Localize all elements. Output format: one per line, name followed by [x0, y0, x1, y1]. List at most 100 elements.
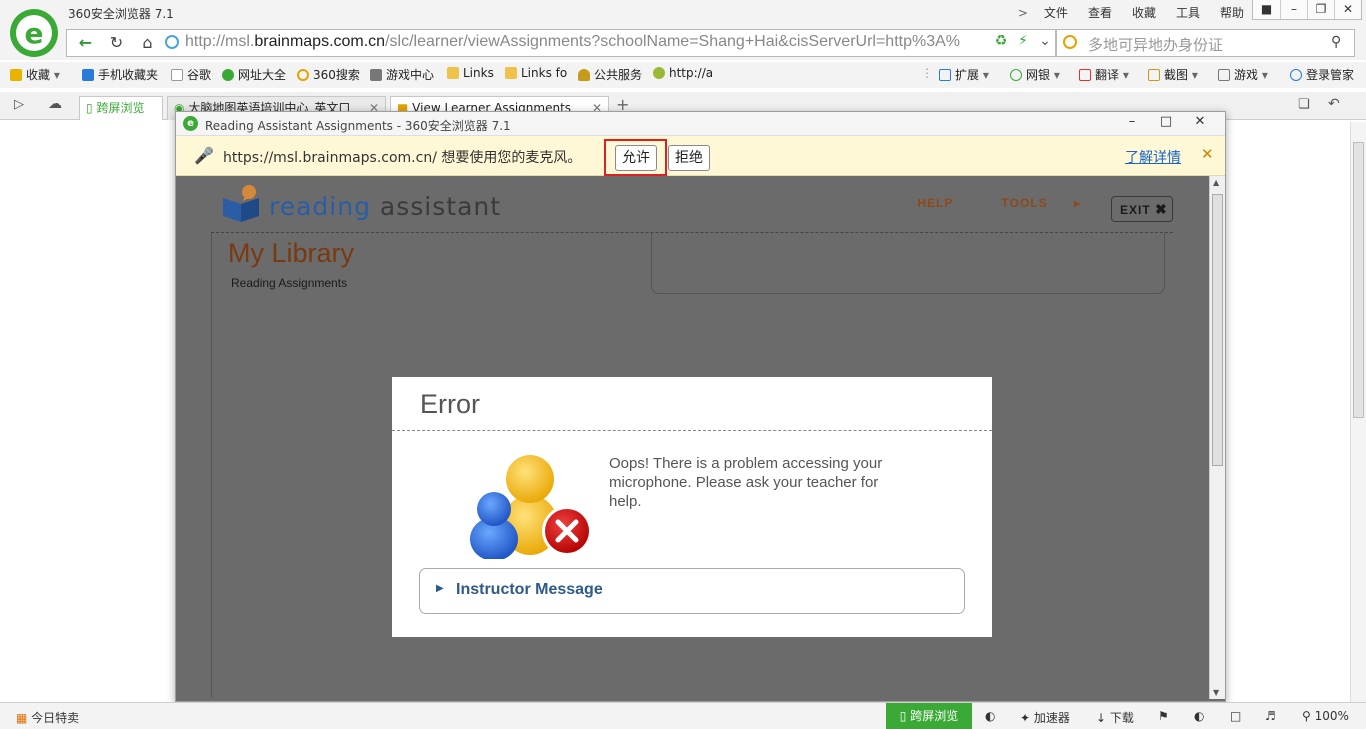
minimize-icon[interactable]: –	[1115, 114, 1149, 129]
error-message: Oops! There is a problem accessing your …	[609, 455, 883, 510]
scroll-down-icon[interactable]: ▼	[1213, 688, 1219, 697]
app-title: 360安全浏览器 7.1	[68, 7, 174, 21]
tools-link[interactable]: TOOLS ▸	[980, 196, 1082, 210]
search-input[interactable]: 多地可异地办身份证	[1088, 34, 1223, 55]
sidebar-toggle-icon[interactable]: ▷	[14, 97, 24, 112]
bookmark-label: 360搜索	[313, 68, 360, 82]
zoom-control[interactable]: ⚲ 100%	[1302, 709, 1349, 723]
restore-icon[interactable]: ❐	[1307, 0, 1334, 19]
scrollbar-thumb[interactable]	[1212, 194, 1223, 466]
toolbar-screenshot[interactable]: 截图 ▾	[1148, 66, 1198, 83]
toolbar-games[interactable]: 游戏 ▾	[1218, 66, 1268, 83]
popup-window-controls: – □ ✕	[1115, 114, 1217, 129]
cloud-icon[interactable]: ☁	[48, 96, 62, 112]
bookmark-360search[interactable]: 360搜索	[297, 66, 360, 83]
speed-icon[interactable]: ◐	[985, 709, 995, 723]
bookmark-label: 谷歌	[187, 68, 212, 82]
bookmark-games[interactable]: 游戏中心	[370, 66, 434, 83]
bookmark-http[interactable]: http://a	[653, 66, 713, 80]
menu-file[interactable]: 文件	[1034, 4, 1078, 21]
user-error-icon	[470, 455, 592, 559]
gift-icon: ▦	[16, 711, 28, 725]
daily-deals[interactable]: ▦ 今日特卖	[16, 709, 79, 726]
chevron-down-icon[interactable]: ⌄	[1034, 33, 1056, 49]
window-icon[interactable]: □	[1230, 709, 1241, 723]
recycle-icon[interactable]: ♻	[990, 33, 1012, 49]
bookmark-mobile[interactable]: 手机收藏夹	[82, 66, 158, 83]
gamepad-icon	[1218, 69, 1230, 81]
undo-icon[interactable]: ↶	[1328, 96, 1340, 112]
browser-logo-icon[interactable]: e	[10, 9, 58, 57]
caret-right-icon: ▸	[1073, 196, 1081, 210]
rocket-icon: ✦	[1020, 711, 1031, 725]
info-panel	[651, 233, 1165, 294]
error-dialog: Error Oops! There is a problem accessing…	[392, 377, 992, 637]
page-icon	[171, 69, 183, 81]
menu-help[interactable]: 帮助	[1210, 4, 1254, 21]
menu-tools[interactable]: 工具	[1166, 4, 1210, 21]
toolbar-banking[interactable]: 网银 ▾	[1010, 66, 1060, 83]
chevron-right-icon[interactable]: >	[1012, 6, 1034, 20]
chevron-down-icon: ▾	[1122, 68, 1129, 82]
bookmark-public[interactable]: 公共服务	[578, 66, 642, 83]
error-title: Error	[420, 389, 480, 419]
bookmark-links[interactable]: Links	[447, 66, 494, 80]
scrollbar-thumb[interactable]	[1353, 142, 1364, 418]
phone-icon: ▯	[86, 101, 93, 115]
flag-icon[interactable]: ⚑	[1158, 709, 1169, 723]
ie-icon[interactable]: ◐	[1194, 709, 1204, 723]
back-icon[interactable]: ←	[70, 31, 101, 55]
bookmark-sites[interactable]: 网址大全	[222, 66, 286, 83]
bookmark-links-fo[interactable]: Links fo	[505, 66, 567, 80]
volume-icon[interactable]: ♬	[1265, 709, 1276, 723]
lightning-icon[interactable]: ⚡	[1012, 33, 1034, 49]
download-button[interactable]: ↓ 下载	[1096, 709, 1134, 726]
close-icon[interactable]: ✕	[1334, 0, 1361, 19]
maximize-icon[interactable]: □	[1149, 114, 1183, 129]
search-engine-icon	[297, 69, 309, 81]
menu-view[interactable]: 查看	[1078, 4, 1122, 21]
tab-label: 跨屏浏览	[96, 101, 145, 115]
bookmark-label: http://a	[669, 66, 714, 80]
close-icon[interactable]: ✕	[1183, 114, 1217, 129]
instructor-message-label: Instructor Message	[456, 581, 603, 598]
url-text[interactable]: http://msl.brainmaps.com.cn/slc/learner/…	[185, 33, 960, 51]
accelerator-button[interactable]: ✦ 加速器	[1020, 709, 1070, 726]
deny-button[interactable]: 拒绝	[668, 145, 710, 171]
top-menu: > 文件 查看 收藏 工具 帮助	[1012, 4, 1254, 21]
bookmark-favorites[interactable]: 收藏 ▾	[10, 66, 60, 83]
search-engine-icon[interactable]	[1063, 35, 1077, 49]
popup-scrollbar[interactable]: ▲ ▼	[1209, 176, 1225, 699]
toolbar-login-manager[interactable]: 登录管家	[1290, 66, 1354, 83]
search-icon[interactable]: ⚲	[1331, 34, 1341, 50]
menu-favorites[interactable]: 收藏	[1122, 4, 1166, 21]
allow-button[interactable]: 允许	[615, 145, 657, 171]
learn-more-link[interactable]: 了解详情	[1125, 147, 1181, 167]
refresh-icon[interactable]: ↻	[101, 31, 132, 55]
bookmark-google[interactable]: 谷歌	[171, 66, 211, 83]
skin-icon[interactable]: ■	[1253, 0, 1280, 19]
toolbar-translate[interactable]: 翻译 ▾	[1079, 66, 1129, 83]
page-scrollbar[interactable]	[1350, 122, 1366, 702]
instructor-message-toggle[interactable]: ▶ Instructor Message	[419, 568, 965, 614]
url-prefix: http://msl.	[185, 33, 255, 50]
minimize-icon[interactable]: –	[1280, 0, 1307, 19]
scroll-up-icon[interactable]: ▲	[1213, 178, 1219, 187]
tab-kuaping[interactable]: ▯ 跨屏浏览	[79, 96, 163, 120]
web-icon	[653, 67, 665, 79]
grid-icon	[939, 69, 951, 81]
site-security-icon[interactable]	[165, 35, 179, 49]
help-link[interactable]: HELP	[917, 196, 953, 210]
home-icon[interactable]: ⌂	[132, 31, 163, 55]
exit-button[interactable]: EXIT ✖	[1111, 196, 1173, 222]
chevron-down-icon: ▾	[1191, 68, 1198, 82]
close-icon[interactable]: ✕	[1201, 145, 1214, 163]
kuaping-button[interactable]: ▯ 跨屏浏览	[886, 703, 972, 729]
page-content: reading assistant HELP TOOLS ▸ EXIT ✖ My…	[176, 176, 1210, 698]
toolbar-extensions[interactable]: 扩展 ▾	[939, 66, 989, 83]
bookmark-label: 网址大全	[238, 68, 287, 82]
tab-list-icon[interactable]: ❏	[1298, 97, 1310, 112]
bookmark-label: 公共服务	[594, 68, 643, 82]
toolbar-label: 截图	[1164, 68, 1189, 82]
mic-permission-bar: 🎤 https://msl.brainmaps.com.cn/ 想要使用您的麦克…	[176, 136, 1225, 176]
